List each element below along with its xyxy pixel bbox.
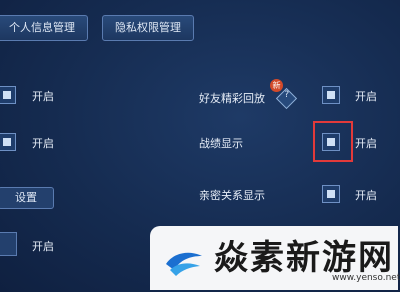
left-option-1-checkbox[interactable] — [0, 86, 16, 104]
watermark-url: www.yenso.net — [332, 273, 400, 283]
friend-highlights-checkbox[interactable] — [322, 86, 340, 104]
intimate-display-on-label: 开启 — [355, 189, 377, 202]
left-option-2-label: 开启 — [32, 137, 54, 150]
tab-personal-info[interactable]: 个人信息管理 — [0, 15, 88, 41]
help-mark: ? — [284, 90, 290, 101]
intimate-display-label: 亲密关系显示 — [199, 189, 265, 202]
watermark: 焱素新游网 www.yenso.net — [150, 226, 400, 290]
intimate-display-checkbox[interactable] — [322, 185, 340, 203]
left-option-4-control[interactable] — [0, 232, 17, 256]
settings-button[interactable]: 设置 — [0, 187, 54, 209]
new-badge: 新 — [270, 79, 283, 92]
watermark-title: 焱素新游网 — [214, 238, 394, 278]
record-display-on-label: 开启 — [355, 137, 377, 150]
record-display-label: 战绩显示 — [199, 137, 243, 150]
friend-highlights-label: 好友精彩回放 — [199, 92, 265, 105]
friend-highlights-on-label: 开启 — [355, 90, 377, 103]
left-option-1-label: 开启 — [32, 90, 54, 103]
highlight-box — [313, 121, 353, 162]
left-option-2-checkbox[interactable] — [0, 133, 16, 151]
tab-privacy[interactable]: 隐私权限管理 — [102, 15, 194, 41]
watermark-logo-icon — [166, 252, 202, 276]
left-option-4-label: 开启 — [32, 240, 54, 253]
